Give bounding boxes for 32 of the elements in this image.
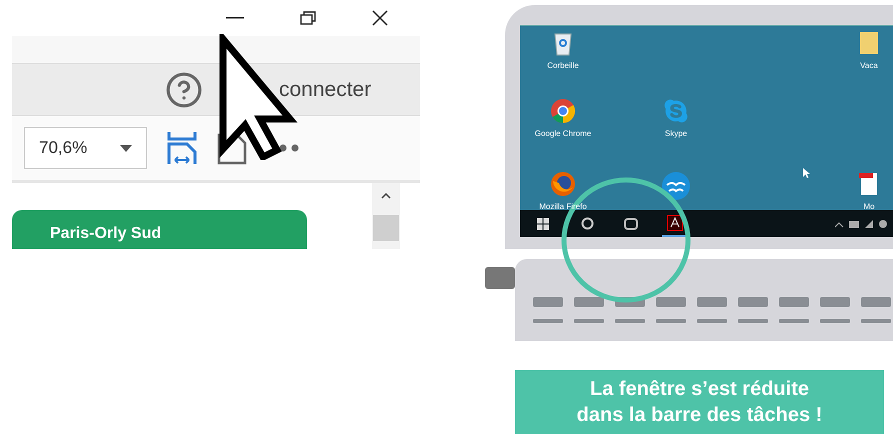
- zoom-select[interactable]: 70,6%: [24, 127, 147, 169]
- connect-link[interactable]: connecter: [279, 74, 372, 106]
- station-card[interactable]: Paris-Orly Sud: [12, 210, 307, 249]
- scroll-up-icon[interactable]: [381, 193, 391, 199]
- pdf-file-icon: [859, 171, 879, 197]
- desktop-icon-label[interactable]: Vaca: [860, 60, 878, 72]
- desktop-icon-label[interactable]: Mozilla Firefo: [539, 201, 587, 213]
- caption-banner: La fenêtre s’est réduite dans la barre des tâches !: [515, 370, 884, 434]
- circle-icon[interactable]: [580, 217, 594, 230]
- desktop-icon-label[interactable]: Mo: [863, 201, 875, 213]
- firefox-icon: [550, 171, 576, 197]
- mouse-pointer-icon: [803, 168, 810, 178]
- close-icon[interactable]: [372, 10, 388, 26]
- scrollbar[interactable]: [372, 183, 400, 249]
- chrome-icon: [550, 98, 576, 124]
- desktop-icon-label[interactable]: Corbeille: [547, 60, 579, 72]
- birds-icon: [661, 171, 691, 201]
- laptop-hinge: [485, 267, 515, 289]
- skype-icon: [663, 98, 689, 124]
- minimize-icon[interactable]: [226, 17, 244, 19]
- windows-logo-icon[interactable]: [537, 218, 549, 230]
- desktop-icon-label[interactable]: Google Chrome: [534, 128, 592, 140]
- fit-width-icon[interactable]: [167, 130, 197, 166]
- system-tray-icons: [835, 218, 889, 228]
- scroll-thumb[interactable]: [373, 215, 399, 241]
- restore-icon[interactable]: [300, 11, 316, 25]
- acrobat-icon[interactable]: [667, 214, 683, 230]
- desktop-icon-label[interactable]: Skype: [664, 128, 688, 140]
- dropdown-caret-icon: [120, 144, 132, 152]
- folder-icon: [858, 30, 880, 56]
- help-icon[interactable]: [165, 70, 203, 108]
- task-view-icon[interactable]: [624, 218, 638, 230]
